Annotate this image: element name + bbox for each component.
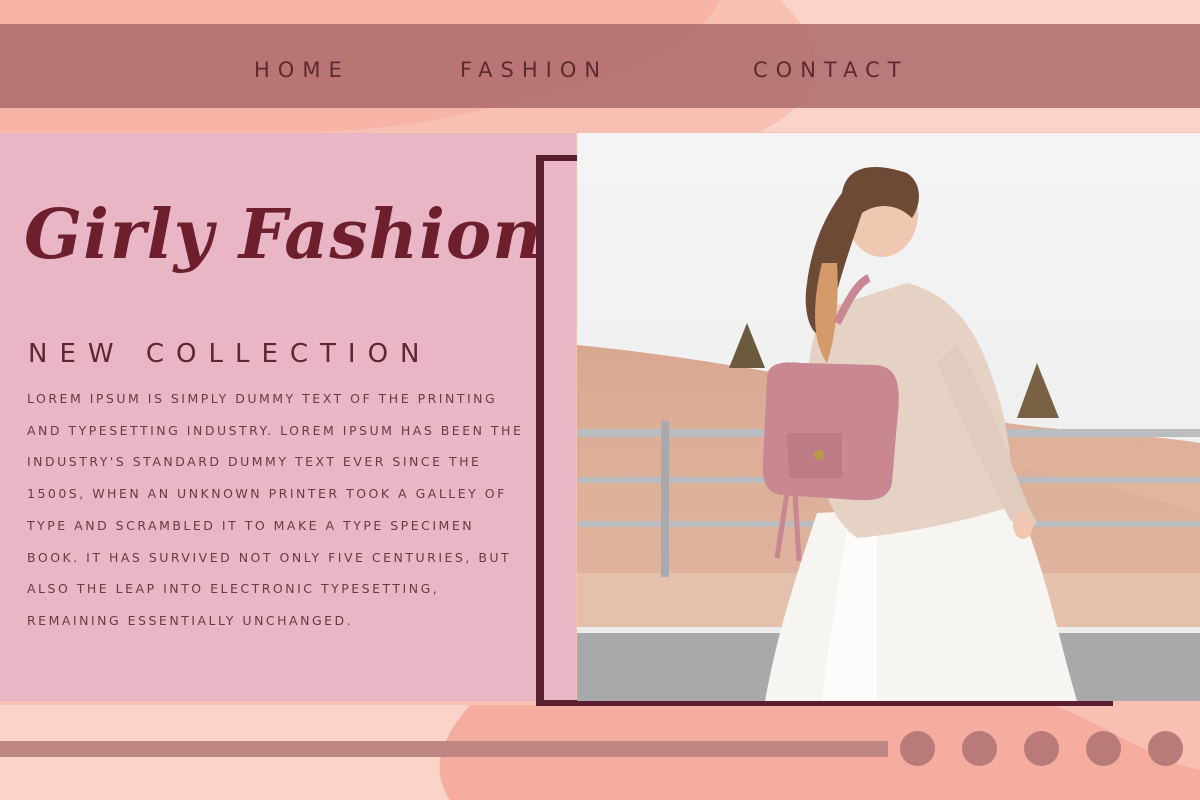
carousel-dot-1[interactable] [900,731,935,766]
carousel-dot-2[interactable] [962,731,997,766]
carousel-dot-5[interactable] [1148,731,1183,766]
hero-photo [577,133,1200,701]
carousel-dot-3[interactable] [1024,731,1059,766]
nav-link-contact[interactable]: CONTACT [753,24,909,108]
accent-frame-vertical [536,155,544,705]
nav-link-fashion[interactable]: FASHION [460,24,608,108]
carousel-dot-4[interactable] [1086,731,1121,766]
hero-subtitle: NEW COLLECTION [28,339,432,369]
fashion-photo-illustration [577,133,1200,701]
top-navigation: HOME FASHION CONTACT [0,24,1200,108]
bottom-decor-bar [0,741,888,757]
hero-body-text: Lorem Ipsum is simply dummy text of the … [27,391,524,628]
hero-title: Girly Fashion [24,195,543,275]
nav-link-home[interactable]: HOME [254,24,350,108]
accent-frame-top [536,155,578,161]
hero-text-panel: Girly Fashion NEW COLLECTION Lorem Ipsum… [0,133,576,701]
